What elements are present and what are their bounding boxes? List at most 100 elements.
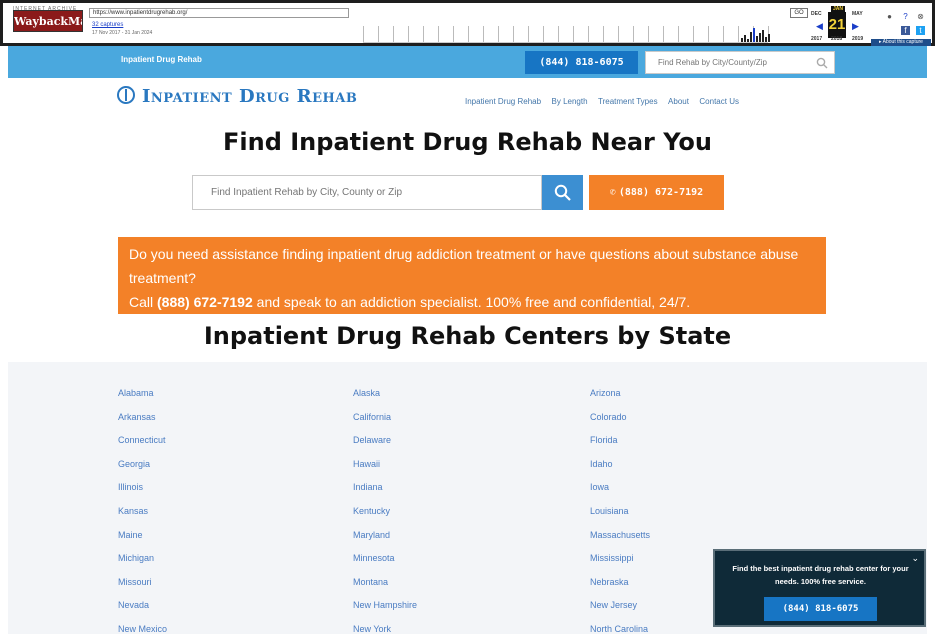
state-link[interactable]: North Carolina xyxy=(590,624,648,634)
state-link[interactable]: Maine xyxy=(118,530,143,540)
state-link[interactable]: Kansas xyxy=(118,506,148,516)
state-link[interactable]: New York xyxy=(353,624,391,634)
state-link[interactable]: Alaska xyxy=(353,388,380,398)
wayback-day: 21 xyxy=(828,12,846,38)
wayback-year-next[interactable]: 2019 xyxy=(852,36,863,42)
state-link[interactable]: Delaware xyxy=(353,435,391,445)
wayback-go-button[interactable]: GO xyxy=(790,8,808,18)
state-link[interactable]: Arizona xyxy=(590,388,621,398)
state-link[interactable]: Iowa xyxy=(590,482,609,492)
timeline-tick xyxy=(573,26,574,42)
timeline-tick xyxy=(708,26,709,42)
topbar-search-input[interactable] xyxy=(658,52,808,73)
main-nav: Inpatient Drug Rehab By Length Treatment… xyxy=(465,91,745,109)
nav-item-by-length[interactable]: By Length xyxy=(552,97,588,106)
wayback-url-input[interactable]: https://www.inpatientdrugrehab.org/ xyxy=(89,8,349,18)
nav-item-about[interactable]: About xyxy=(668,97,689,106)
state-link[interactable]: New Mexico xyxy=(118,624,167,634)
state-link[interactable]: New Hampshire xyxy=(353,600,417,610)
state-link[interactable]: Alabama xyxy=(118,388,154,398)
state-link[interactable]: Massachusetts xyxy=(590,530,650,540)
floating-cta: ⌄ Find the best inpatient drug rehab cen… xyxy=(713,549,926,627)
timeline-capture-bar xyxy=(756,36,758,42)
timeline-tick xyxy=(543,26,544,42)
wayback-timeline[interactable] xyxy=(363,23,770,43)
wayback-logo[interactable]: WaybackMachine xyxy=(13,10,83,32)
state-link[interactable]: Louisiana xyxy=(590,506,629,516)
timeline-capture-bar xyxy=(750,32,752,42)
state-link[interactable]: Indiana xyxy=(353,482,383,492)
search-icon[interactable] xyxy=(816,57,828,69)
twitter-icon[interactable]: t xyxy=(916,26,925,35)
state-link[interactable]: Georgia xyxy=(118,459,150,469)
state-link[interactable]: Illinois xyxy=(118,482,143,492)
hero-search-button[interactable] xyxy=(542,175,583,210)
site-logo[interactable]: Inpatient Drug Rehab xyxy=(117,86,357,107)
floating-cta-text: Find the best inpatient drug rehab cente… xyxy=(732,564,909,586)
state-link[interactable]: Idaho xyxy=(590,459,613,469)
timeline-tick xyxy=(378,26,379,42)
wayback-date-range: 17 Nov 2017 - 31 Jan 2024 xyxy=(92,30,153,36)
timeline-tick xyxy=(633,26,634,42)
timeline-capture-bar xyxy=(744,35,746,42)
state-link[interactable]: Montana xyxy=(353,577,388,587)
wayback-about-link[interactable]: ▸ About this capture xyxy=(871,39,931,46)
nav-item-treatment-types[interactable]: Treatment Types xyxy=(598,97,658,106)
state-link[interactable]: Michigan xyxy=(118,553,154,563)
state-link[interactable]: Mississippi xyxy=(590,553,634,563)
wayback-year-prev[interactable]: 2017 xyxy=(811,36,822,42)
help-icon[interactable]: ? xyxy=(901,12,910,21)
state-link[interactable]: Missouri xyxy=(118,577,152,587)
topbar-phone-button[interactable]: (844) 818-6075 xyxy=(525,51,638,74)
topbar-title[interactable]: Inpatient Drug Rehab xyxy=(121,55,202,64)
hero-search xyxy=(192,175,542,210)
nav-item-contact[interactable]: Contact Us xyxy=(699,97,739,106)
state-link[interactable]: Minnesota xyxy=(353,553,395,563)
hero-title: Find Inpatient Drug Rehab Near You xyxy=(223,128,712,156)
timeline-tick xyxy=(558,26,559,42)
banner-call-line: Call (888) 672-7192 and speak to an addi… xyxy=(129,290,815,314)
timeline-tick xyxy=(723,26,724,42)
state-link[interactable]: Kentucky xyxy=(353,506,390,516)
nav-item-inpatient[interactable]: Inpatient Drug Rehab xyxy=(465,97,541,106)
timeline-tick xyxy=(663,26,664,42)
timeline-tick xyxy=(468,26,469,42)
state-link[interactable]: Florida xyxy=(590,435,618,445)
state-link[interactable]: California xyxy=(353,412,391,422)
state-link[interactable]: Connecticut xyxy=(118,435,166,445)
state-link[interactable]: Arkansas xyxy=(118,412,156,422)
floating-cta-phone-button[interactable]: (844) 818-6075 xyxy=(764,597,877,621)
hero-search-input[interactable] xyxy=(211,176,531,209)
assistance-banner: Do you need assistance finding inpatient… xyxy=(118,237,826,314)
timeline-tick xyxy=(423,26,424,42)
hero-call-button[interactable]: ✆ (888) 672-7192 xyxy=(589,175,724,210)
state-link[interactable]: Maryland xyxy=(353,530,390,540)
state-link[interactable]: New Jersey xyxy=(590,600,637,610)
state-link[interactable]: Nebraska xyxy=(590,577,629,587)
close-icon[interactable]: ⊗ xyxy=(916,12,925,21)
wayback-year-current: 2018 xyxy=(831,36,843,42)
state-link[interactable]: Hawaii xyxy=(353,459,380,469)
wayback-month-prev[interactable]: DEC xyxy=(811,11,822,17)
facebook-icon[interactable]: f xyxy=(901,26,910,35)
timeline-capture-bar xyxy=(768,34,770,42)
phone-icon: ✆ xyxy=(609,187,616,198)
timeline-tick xyxy=(678,26,679,42)
wayback-month-next[interactable]: MAY xyxy=(852,11,863,17)
topbar-search xyxy=(645,51,835,74)
banner-phone-link[interactable]: (888) 672-7192 xyxy=(157,294,253,310)
wayback-next-arrow-icon[interactable]: ▶ xyxy=(852,21,859,32)
timeline-tick xyxy=(483,26,484,42)
timeline-capture-bar xyxy=(762,30,764,42)
state-link[interactable]: Nevada xyxy=(118,600,149,610)
timeline-tick xyxy=(363,26,364,42)
wayback-prev-arrow-icon[interactable]: ◀ xyxy=(816,21,823,32)
banner-call-prefix: Call xyxy=(129,294,154,310)
state-link[interactable]: Colorado xyxy=(590,412,627,422)
logo-icon xyxy=(117,86,135,104)
timeline-tick xyxy=(498,26,499,42)
wayback-captures-link[interactable]: 32 captures xyxy=(92,22,123,28)
account-icon[interactable]: ● xyxy=(885,12,894,21)
timeline-tick xyxy=(618,26,619,42)
banner-call-suffix: and speak to an addiction specialist. 10… xyxy=(256,294,691,310)
